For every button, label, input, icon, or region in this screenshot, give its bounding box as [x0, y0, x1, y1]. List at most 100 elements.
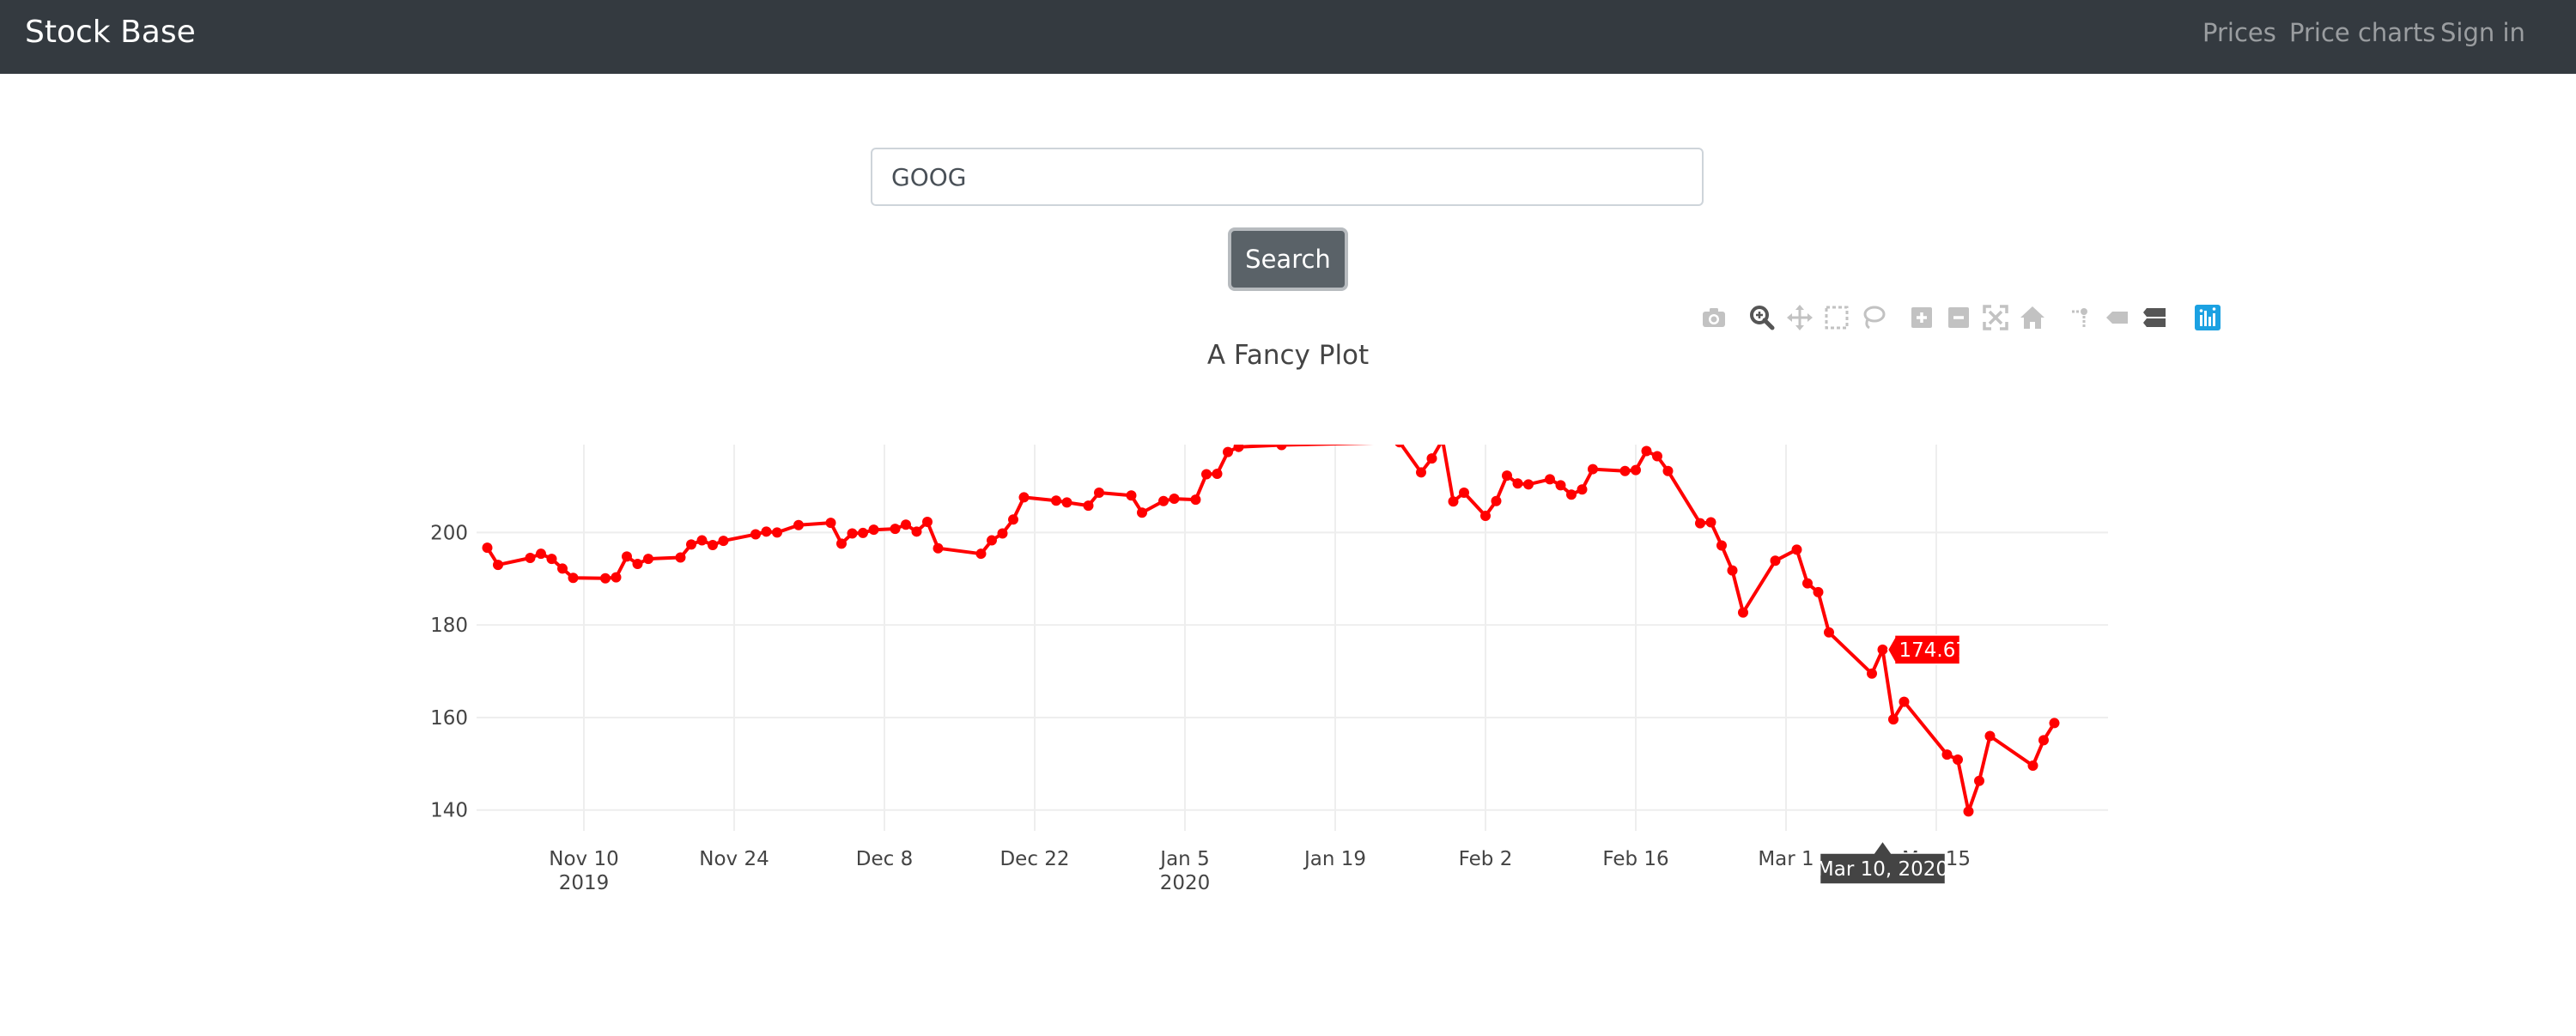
data-point[interactable] [1888, 714, 1899, 725]
data-point[interactable] [911, 526, 922, 537]
data-point[interactable] [1941, 749, 1953, 760]
data-point[interactable] [1158, 495, 1169, 506]
data-point[interactable] [1662, 465, 1674, 476]
data-point[interactable] [1502, 470, 1512, 482]
data-point[interactable] [482, 542, 493, 554]
data-point[interactable] [1802, 578, 1813, 589]
data-point[interactable] [847, 528, 858, 539]
data-point[interactable] [1545, 474, 1555, 485]
data-point[interactable] [643, 554, 653, 565]
data-point[interactable] [686, 539, 696, 550]
data-point[interactable] [825, 518, 836, 529]
data-point[interactable] [1652, 451, 1662, 462]
data-point[interactable] [1899, 696, 1910, 707]
data-point[interactable] [1018, 492, 1030, 503]
data-point[interactable] [1448, 496, 1459, 507]
data-point[interactable] [600, 573, 611, 584]
data-point[interactable] [997, 528, 1008, 539]
data-point[interactable] [975, 548, 987, 560]
data-point[interactable] [987, 535, 997, 546]
data-point[interactable] [761, 526, 772, 537]
data-point[interactable] [1824, 627, 1834, 638]
data-point[interactable] [1394, 437, 1405, 448]
data-point[interactable] [901, 519, 911, 530]
data-point[interactable] [1641, 445, 1652, 457]
data-point[interactable] [1619, 465, 1631, 476]
data-point[interactable] [1437, 435, 1448, 445]
data-point[interactable] [750, 529, 761, 540]
data-point[interactable] [1727, 565, 1738, 576]
data-point[interactable] [1974, 775, 1984, 786]
data-point[interactable] [718, 536, 729, 547]
data-point[interactable] [868, 524, 879, 536]
data-point[interactable] [2038, 735, 2049, 746]
data-point[interactable] [696, 535, 708, 546]
data-point[interactable] [1416, 467, 1426, 478]
data-point[interactable] [568, 573, 579, 584]
data-point[interactable] [1061, 497, 1072, 508]
data-point[interactable] [1770, 555, 1781, 566]
data-point[interactable] [557, 563, 568, 574]
data-point[interactable] [858, 527, 868, 538]
data-point[interactable] [1695, 518, 1705, 529]
data-point[interactable] [1276, 440, 1287, 451]
data-point[interactable] [1233, 442, 1244, 452]
data-point[interactable] [525, 553, 536, 564]
data-point[interactable] [632, 559, 643, 570]
data-point[interactable] [675, 552, 686, 563]
data-point[interactable] [1963, 806, 1974, 817]
data-point[interactable] [622, 551, 632, 562]
data-point[interactable] [1738, 607, 1748, 618]
data-point[interactable] [611, 572, 622, 583]
data-point[interactable] [1094, 488, 1104, 499]
data-point[interactable] [1212, 468, 1223, 479]
data-point[interactable] [1523, 479, 1534, 490]
data-point[interactable] [1459, 488, 1469, 499]
data-point[interactable] [1867, 668, 1877, 679]
data-point[interactable] [1491, 495, 1502, 506]
data-point[interactable] [708, 539, 718, 550]
data-point[interactable] [793, 519, 804, 530]
data-point[interactable] [1008, 514, 1018, 525]
data-point[interactable] [1705, 517, 1716, 528]
data-point[interactable] [1877, 644, 1888, 655]
data-point[interactable] [922, 517, 933, 527]
data-point[interactable] [546, 554, 557, 565]
data-point[interactable] [1169, 494, 1180, 505]
x-tick-year-label: 2019 [559, 872, 610, 894]
data-point[interactable] [836, 538, 847, 549]
data-point[interactable] [1190, 494, 1201, 506]
data-point[interactable] [1201, 469, 1212, 480]
data-point[interactable] [1791, 544, 1802, 555]
data-point[interactable] [1512, 478, 1523, 489]
data-point[interactable] [536, 548, 546, 560]
data-point[interactable] [933, 542, 944, 554]
data-point[interactable] [1566, 489, 1577, 500]
data-point[interactable] [1716, 540, 1727, 551]
data-point[interactable] [1577, 484, 1588, 495]
data-point[interactable] [1631, 464, 1641, 476]
data-point[interactable] [890, 524, 901, 535]
data-point[interactable] [2027, 760, 2038, 772]
data-point[interactable] [772, 527, 782, 538]
data-point[interactable] [1126, 490, 1137, 501]
data-point[interactable] [1051, 495, 1061, 506]
chart-axis-labels: Nov 102019 Nov 24 Dec 8 Dec 22 Jan 52020 Jan … [430, 522, 1971, 894]
data-point[interactable] [1588, 463, 1598, 475]
data-point[interactable] [1083, 500, 1094, 512]
data-point[interactable] [1984, 730, 1996, 742]
data-point[interactable] [1813, 586, 1824, 597]
data-point[interactable] [1223, 446, 1233, 457]
data-point[interactable] [1137, 507, 1147, 518]
price-line-chart[interactable]: Nov 102019 Nov 24 Dec 8 Dec 22 Jan 52020 Jan … [0, 0, 2576, 1036]
data-point[interactable] [1953, 754, 1963, 766]
chart-hover-labels: 174.67 Mar 10, 2020 [1817, 634, 1968, 885]
data-point[interactable] [493, 560, 503, 571]
x-tick-year-label: 2020 [1160, 872, 1211, 894]
x-tick-label: Mar 1 [1758, 848, 1814, 870]
data-point[interactable] [1555, 480, 1566, 491]
data-point[interactable] [2049, 718, 2060, 729]
y-tick-label: 140 [430, 800, 468, 822]
data-point[interactable] [1426, 453, 1437, 464]
data-point[interactable] [1480, 510, 1491, 521]
